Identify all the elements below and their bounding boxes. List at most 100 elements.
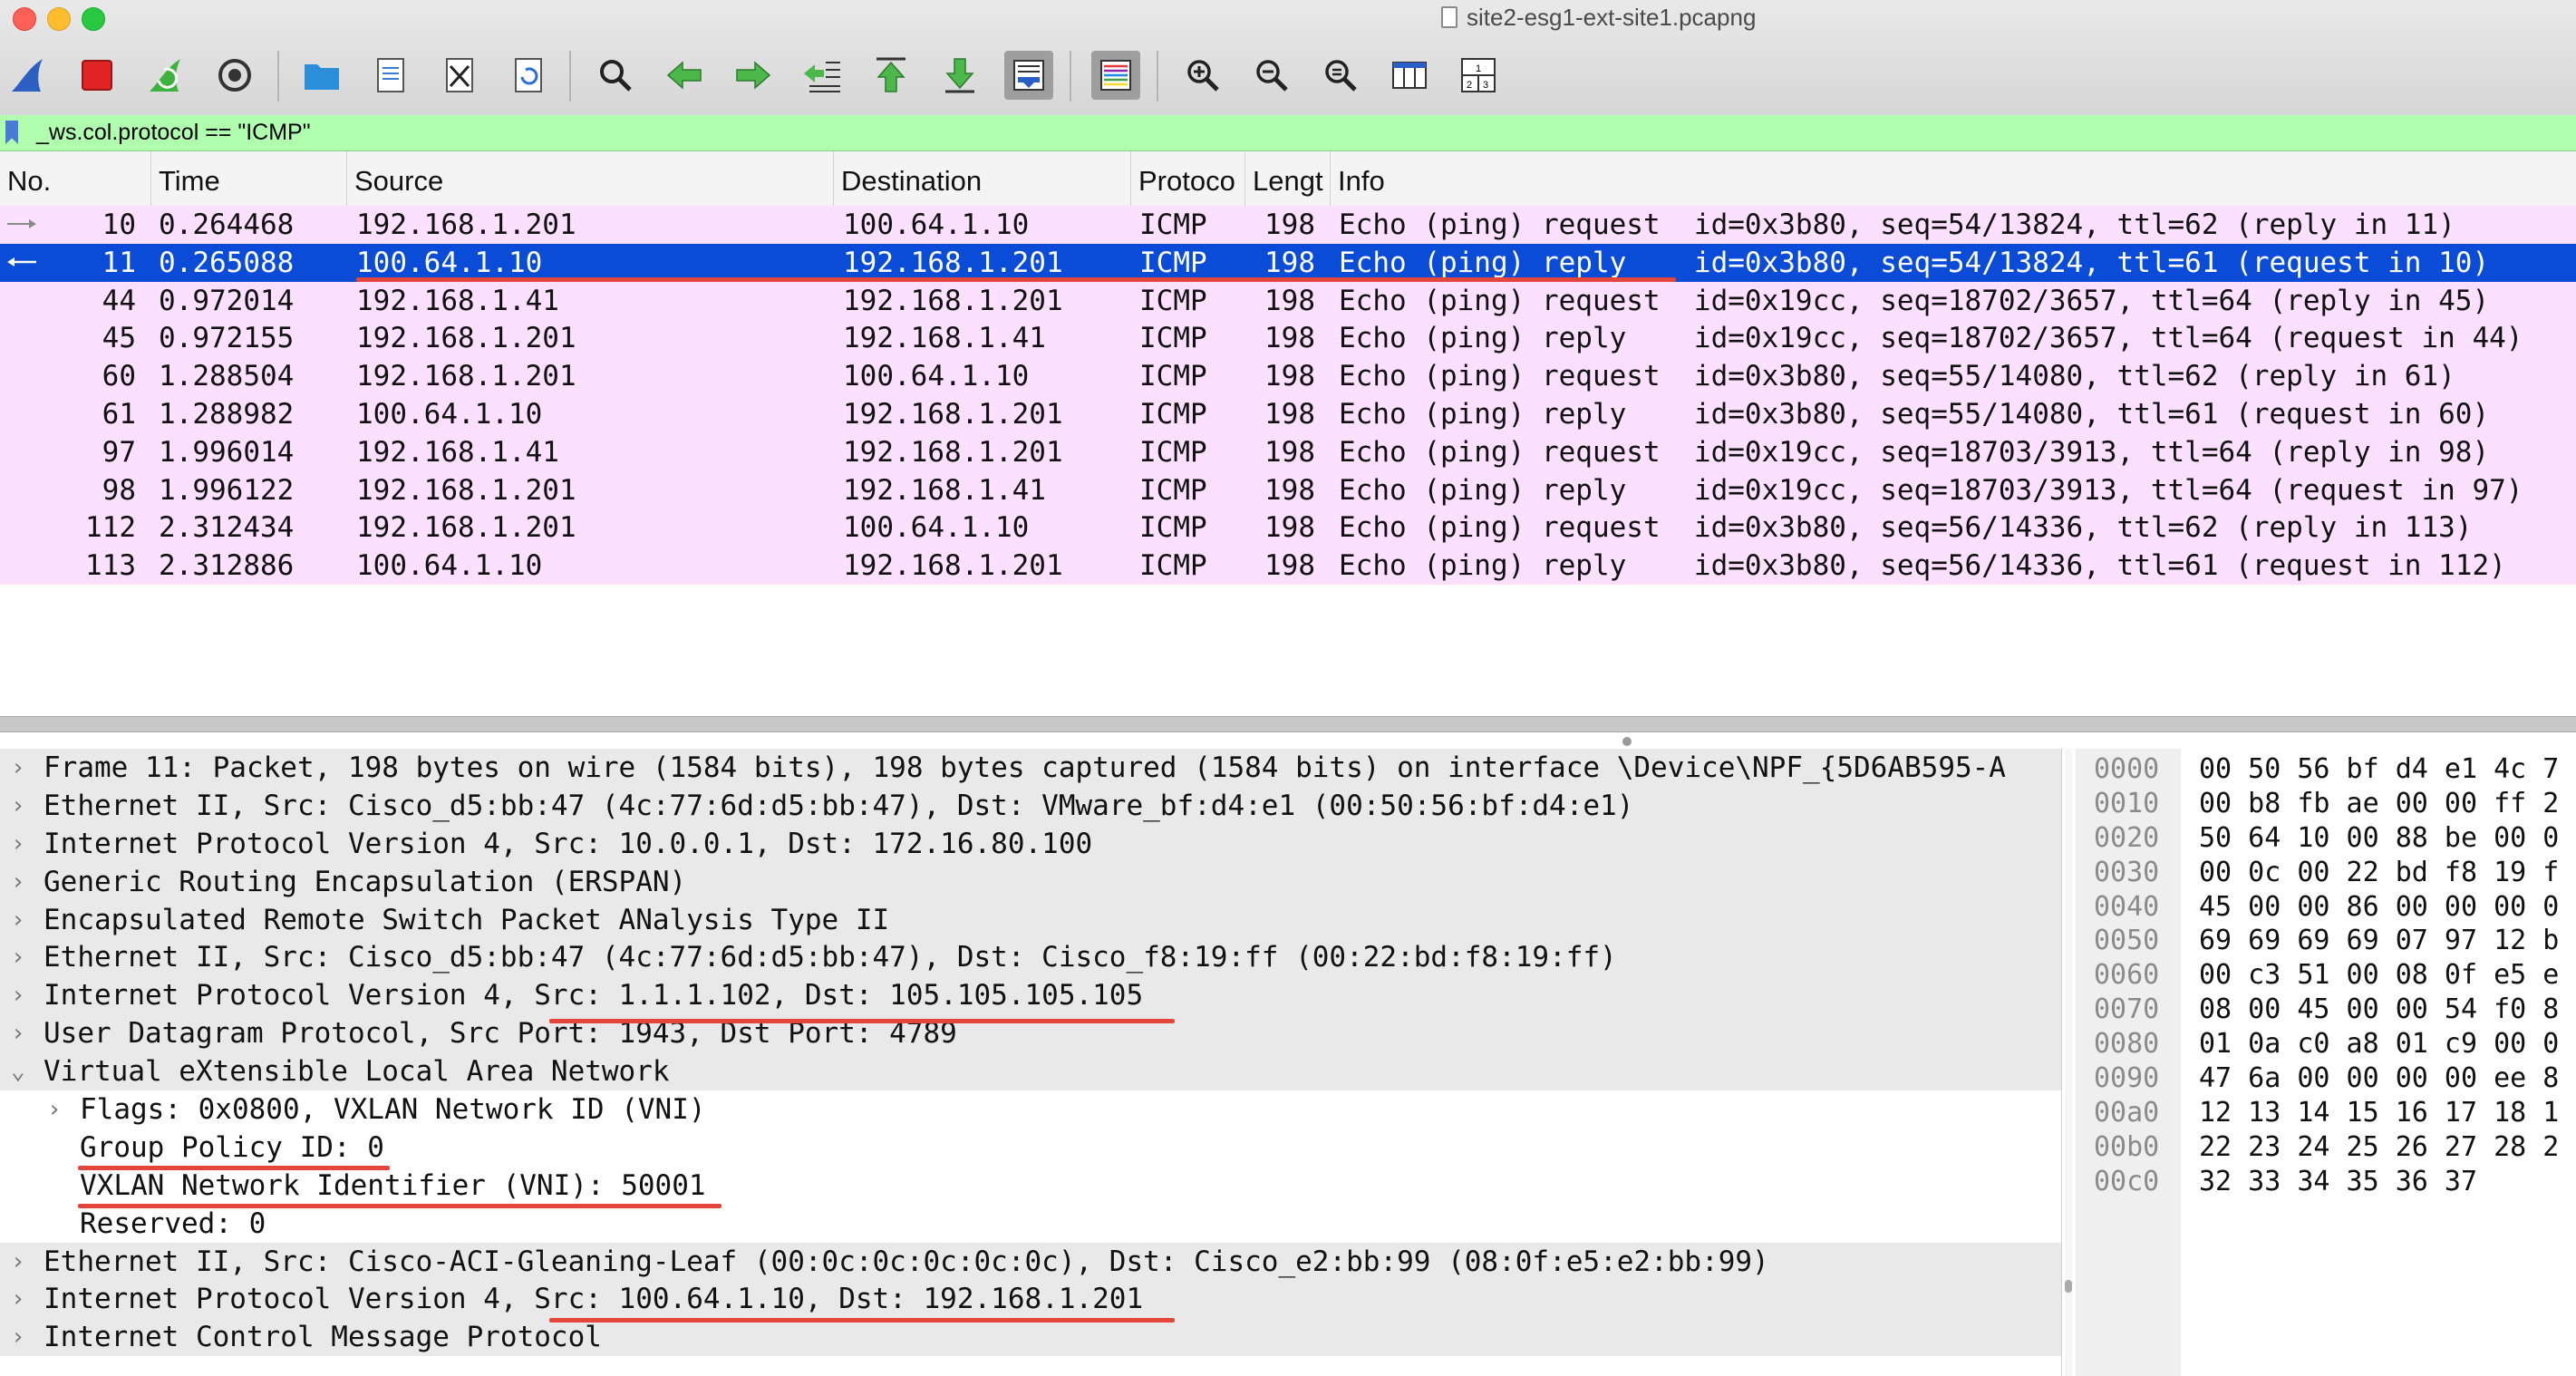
chevron-right-icon[interactable]: › [11,749,29,787]
splitter-grip[interactable] [2065,1280,2072,1293]
hex-row[interactable]: 00c0 32 33 34 35 36 37 [2076,1165,2576,1199]
zoom-in-button[interactable] [1178,51,1227,100]
chevron-right-icon[interactable]: › [11,1243,29,1281]
packet-info: Echo (ping) reply id=0x3b80, seq=54/1382… [1339,246,2490,279]
detail-frame[interactable]: › Frame 11: Packet, 198 bytes on wire (1… [0,749,2061,787]
resize-columns-button[interactable] [1385,51,1434,100]
chevron-right-icon[interactable]: › [11,825,29,863]
chevron-right-icon[interactable]: › [11,1014,29,1052]
find-packet-button[interactable] [591,51,640,100]
zoom-window-button[interactable] [82,7,105,31]
minimize-window-button[interactable] [47,7,71,31]
hex-row[interactable]: 0030 00 0c 00 22 bd f8 19 f [2076,856,2576,890]
hex-row[interactable]: 0040 45 00 00 86 00 00 00 0 [2076,890,2576,925]
chevron-right-icon[interactable]: › [11,863,29,901]
hex-row[interactable]: 0090 47 6a 00 00 00 00 ee 8 [2076,1061,2576,1096]
go-forward-button[interactable] [729,51,778,100]
start-capture-button[interactable] [4,51,53,100]
packet-row[interactable]: 98 1.996122 192.168.1.201 192.168.1.41 I… [0,470,2576,509]
chevron-down-icon[interactable]: ⌄ [11,1052,29,1090]
packet-no: 113 [85,549,136,583]
hex-bytes: 00 50 56 bf d4 e1 4c 7 [2199,753,2560,785]
detail-reserved[interactable]: Reserved: 0 [0,1205,2061,1243]
chevron-right-icon[interactable]: › [11,976,29,1014]
column-header-no[interactable]: No. [0,151,151,206]
column-header-source[interactable]: Source [347,151,834,206]
zoom-normal-button[interactable] [1316,51,1365,100]
packet-row[interactable]: 44 0.972014 192.168.1.41 192.168.1.201 I… [0,281,2576,320]
detail-vni[interactable]: VXLAN Network Identifier (VNI): 50001 [0,1167,2061,1205]
packet-row[interactable]: 112 2.312434 192.168.1.201 100.64.1.10 I… [0,509,2576,547]
column-header-time[interactable]: Time [151,151,347,206]
detail-ethernet-inner[interactable]: › Ethernet II, Src: Cisco_d5:bb:47 (4c:7… [0,938,2061,977]
column-header-length[interactable]: Lengt [1245,151,1331,206]
detail-ipv4[interactable]: › Internet Protocol Version 4, Src: 10.0… [0,824,2061,863]
packet-row[interactable]: 61 1.288982 100.64.1.10 192.168.1.201 IC… [0,394,2576,433]
chevron-right-icon[interactable]: › [11,938,29,976]
packet-row[interactable]: 45 0.972155 192.168.1.201 192.168.1.41 I… [0,319,2576,358]
detail-ethernet-vxlan[interactable]: › Ethernet II, Src: Cisco-ACI-Gleaning-L… [0,1242,2061,1281]
detail-group-policy-id[interactable]: Group Policy ID: 0 [0,1129,2061,1167]
chevron-right-icon[interactable]: › [11,787,29,825]
go-last-button[interactable] [935,51,984,100]
restart-capture-button[interactable] [141,51,190,100]
chevron-right-icon[interactable]: › [47,1090,65,1129]
capture-options-button[interactable] [210,51,259,100]
hex-row[interactable]: 0000 00 50 56 bf d4 e1 4c 7 [2076,752,2576,787]
packet-source: 100.64.1.10 [356,246,543,279]
go-to-packet-button[interactable] [798,51,847,100]
reload-file-button[interactable] [504,51,553,100]
chevron-right-icon[interactable]: › [11,1318,29,1356]
close-window-button[interactable] [13,7,36,31]
detail-ethernet[interactable]: › Ethernet II, Src: Cisco_d5:bb:47 (4c:7… [0,786,2061,825]
hex-row[interactable]: 0070 08 00 45 00 00 54 f0 8 [2076,993,2576,1027]
detail-ipv4-outer[interactable]: › Internet Protocol Version 4, Src: 1.1.… [0,976,2061,1015]
stop-capture-button[interactable] [73,51,121,100]
detail-vxlan[interactable]: ⌄ Virtual eXtensible Local Area Network [0,1052,2061,1091]
zoom-out-button[interactable] [1247,51,1296,100]
display-filter-input[interactable]: _ws.col.protocol == "ICMP" [36,115,311,150]
detail-icmp[interactable]: › Internet Control Message Protocol [0,1318,2061,1357]
hex-row[interactable]: 0020 50 64 10 00 88 be 00 0 [2076,821,2576,856]
go-first-button[interactable] [867,51,915,100]
hex-row[interactable]: 0060 00 c3 51 00 08 0f e5 e [2076,958,2576,993]
pane-splitter[interactable] [0,716,2576,732]
open-file-button[interactable] [297,51,346,100]
detail-erspan[interactable]: › Encapsulated Remote Switch Packet ANal… [0,900,2061,939]
arrow-left-icon [666,61,702,90]
chevron-right-icon[interactable]: › [11,901,29,939]
go-back-button[interactable] [660,51,709,100]
packet-row[interactable]: 113 2.312886 100.64.1.10 192.168.1.201 I… [0,547,2576,585]
svg-text:1: 1 [1476,63,1481,74]
packet-source: 192.168.1.201 [356,208,576,241]
hex-row[interactable]: 0080 01 0a c0 a8 01 c9 00 0 [2076,1027,2576,1061]
column-header-protocol[interactable]: Protoco [1131,151,1245,206]
hex-row[interactable]: 00b0 22 23 24 25 26 27 28 2 [2076,1130,2576,1165]
autoscroll-button[interactable] [1004,51,1053,100]
hex-row[interactable]: 00a0 12 13 14 15 16 17 18 1 [2076,1096,2576,1130]
packet-destination: 192.168.1.201 [843,246,1063,279]
splitter-grip[interactable] [1622,737,1632,746]
bookmark-icon[interactable] [5,121,18,144]
layout-button[interactable]: 123 [1454,51,1503,100]
detail-vxlan-flags[interactable]: › Flags: 0x0800, VXLAN Network ID (VNI) [0,1090,2061,1129]
display-filter-bar[interactable]: _ws.col.protocol == "ICMP" [0,115,2576,151]
packet-row[interactable]: 60 1.288504 192.168.1.201 100.64.1.10 IC… [0,357,2576,395]
save-file-button[interactable] [366,51,415,100]
packet-row[interactable]: 97 1.996014 192.168.1.41 192.168.1.201 I… [0,432,2576,471]
detail-ipv4-inner[interactable]: › Internet Protocol Version 4, Src: 100.… [0,1280,2061,1319]
colorize-button[interactable] [1091,51,1140,100]
colorize-lines-icon [1100,60,1131,91]
packet-protocol: ICMP [1139,246,1207,279]
column-header-info[interactable]: Info [1331,151,2576,206]
packet-list-header: No. Time Source Destination Protoco Leng… [0,151,2576,207]
close-file-button[interactable] [435,51,484,100]
column-header-destination[interactable]: Destination [834,151,1131,206]
detail-gre[interactable]: › Generic Routing Encapsulation (ERSPAN) [0,862,2061,901]
packet-info: Echo (ping) reply id=0x19cc, seq=18703/3… [1339,473,2523,507]
hex-row[interactable]: 0010 00 b8 fb ae 00 00 ff 2 [2076,787,2576,821]
packet-row[interactable]: 10 0.264468 192.168.1.201 100.64.1.10 IC… [0,206,2576,244]
packet-row-selected[interactable]: 11 0.265088 100.64.1.10 192.168.1.201 IC… [0,243,2576,282]
hex-row[interactable]: 0050 69 69 69 69 07 97 12 b [2076,924,2576,958]
chevron-right-icon[interactable]: › [11,1280,29,1318]
